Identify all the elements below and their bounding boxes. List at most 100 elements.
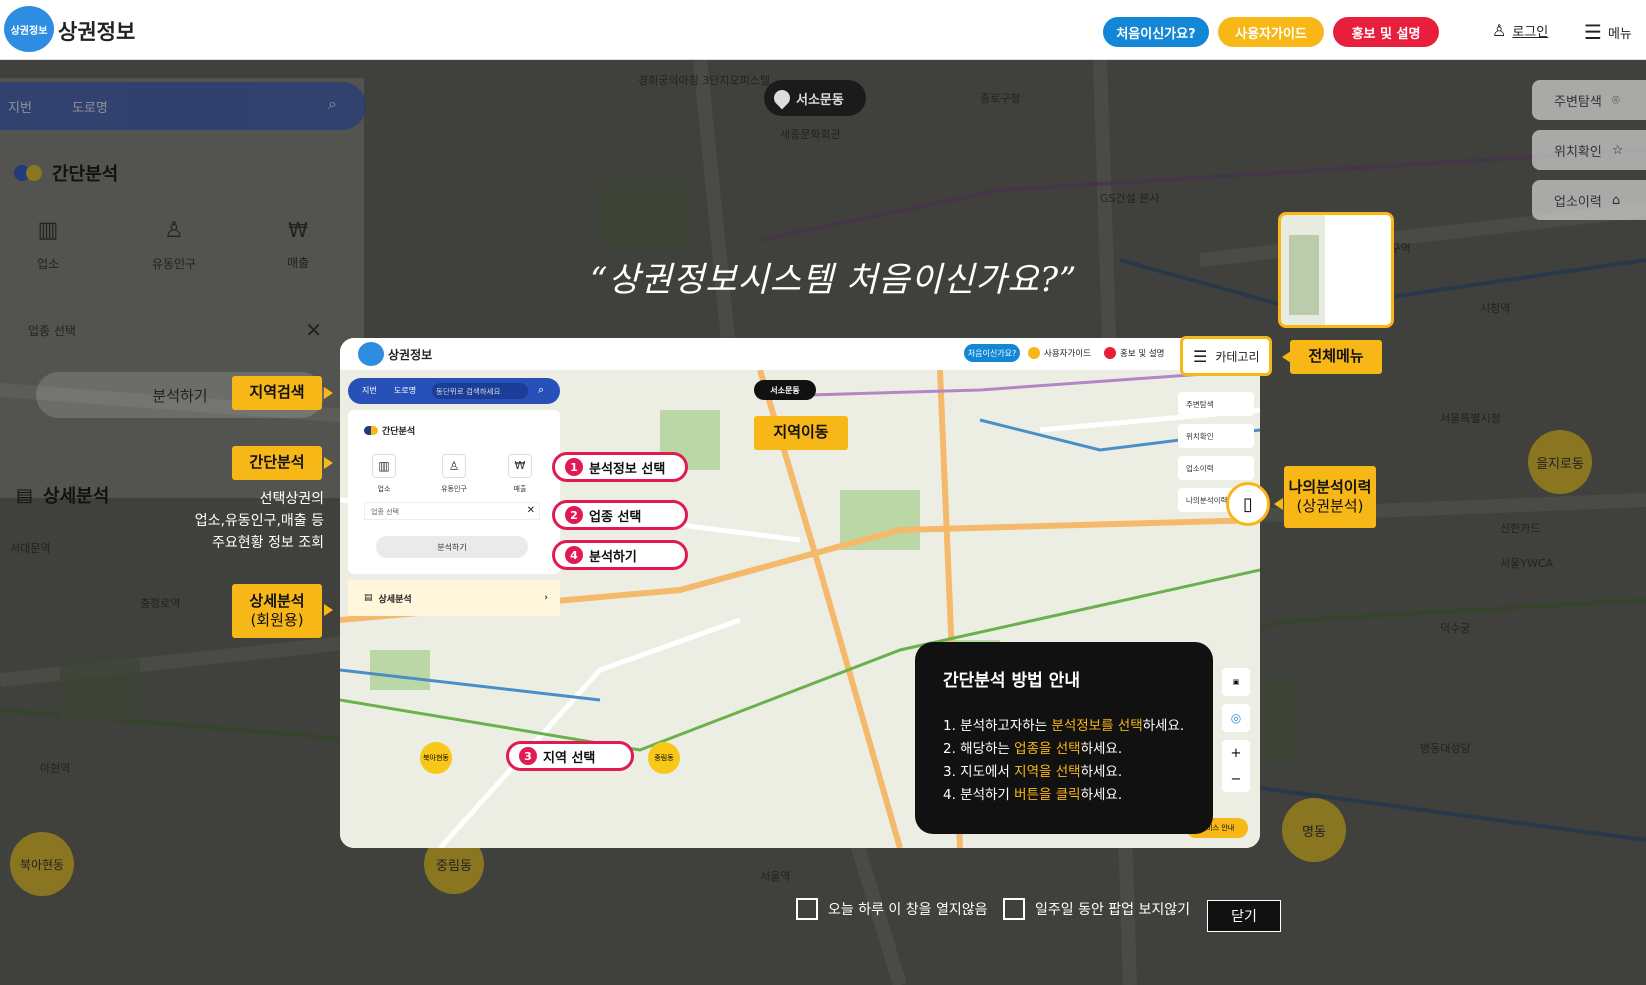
menu-button[interactable]: ☰ 메뉴 [1584, 20, 1632, 44]
promo-button[interactable]: 홍보 및 설명 [1333, 17, 1439, 47]
callout-detail-line2: (회원용) [250, 611, 304, 629]
shot-category-sales: ₩ 매출 [502, 454, 538, 494]
simple-analysis-icon [14, 165, 42, 181]
today-checkbox[interactable] [796, 898, 818, 920]
district-marker[interactable]: 을지로동 [1528, 430, 1592, 494]
district-marker[interactable]: 명동 [1282, 798, 1346, 862]
category-callout: ☰ 카테고리 [1180, 336, 1272, 376]
callout-region-search: 지역검색 [232, 376, 322, 410]
guide-line: 2. 해당하는 업종을 선택하세요. [943, 741, 1123, 757]
map-label: 서울특별시청 [1440, 412, 1501, 425]
step-pill-2: 2 업종 선택 [552, 500, 688, 530]
category-label: 매출 [286, 256, 310, 270]
step-pill-3: 3 지역 선택 [506, 741, 634, 771]
user-icon: ♙ [1492, 21, 1507, 40]
industry-select[interactable]: 업종 선택 ✕ [14, 312, 330, 348]
step-number: 4 [565, 546, 583, 564]
shot-zoom-controls: + − [1222, 740, 1250, 792]
shot-promo-link: 홍보 및 설명 [1104, 347, 1165, 359]
callout-detail: 상세분석 (회원용) [232, 584, 322, 638]
map-label: 경희궁의아침 3단지오피스텔 [638, 74, 770, 87]
step-label: 분석정보 선택 [589, 461, 666, 477]
shot-locate-icon: ◎ [1222, 704, 1250, 732]
logo-badge[interactable]: 상권정보 [4, 6, 54, 52]
bar-chart-icon: ▤ [16, 484, 34, 506]
step-number: 3 [519, 747, 537, 765]
login-label: 로그인 [1512, 25, 1549, 40]
step-pill-4: 4 분석하기 [552, 540, 688, 570]
shot-promo-label: 홍보 및 설명 [1120, 349, 1165, 359]
callout-full-menu: 전체메뉴 [1290, 340, 1382, 374]
pin-icon: ⌾ [1611, 92, 1620, 108]
detail-analysis-header[interactable]: ▤ 상세분석 [16, 482, 109, 508]
map-label: 서울YWCA [1500, 557, 1554, 570]
shot-analyze-button: 분석하기 [376, 536, 528, 558]
logo-text[interactable]: 상권정보 [58, 16, 135, 46]
side-note-line: 주요현황 정보 조회 [212, 535, 324, 551]
won-icon: ₩ [288, 218, 308, 242]
right-menu-history[interactable]: 업소이력 ⌂ [1532, 180, 1646, 220]
map-label: GS건설 본사 [1100, 192, 1160, 205]
dont-show-today-label: 오늘 하루 이 창을 열지않음 [828, 902, 988, 918]
right-menu-label: 위치확인 [1554, 144, 1602, 160]
search-icon[interactable]: ⌕ [328, 94, 337, 114]
step-label: 분석하기 [589, 549, 637, 565]
map-label: 종로구청 [980, 92, 1021, 105]
category-label: 유동인구 [151, 257, 197, 271]
shot-search-icon: ⌕ [538, 383, 545, 396]
tab-road[interactable]: 도로명 [72, 97, 108, 116]
callout-history: 나의분석이력 (상권분석) [1284, 466, 1376, 528]
right-menu-location[interactable]: 위치확인 ☆ [1532, 130, 1646, 170]
close-button[interactable]: 닫기 [1207, 900, 1281, 932]
shot-simple-title: 간단분석 [382, 427, 416, 437]
dont-show-week[interactable]: 일주일 동안 팝업 보지않기 [1003, 898, 1190, 920]
category-sales[interactable]: ₩ 매출 [268, 218, 328, 271]
shot-logo-text: 상권정보 [388, 348, 433, 362]
tab-jibun[interactable]: 지번 [8, 97, 32, 116]
shot-district-marker: 중림동 [648, 742, 680, 774]
user-guide-button[interactable]: 사용자가이드 [1218, 17, 1324, 47]
step-number: 2 [565, 506, 583, 524]
shot-category-population: ♙ 유동인구 [434, 454, 474, 494]
shot-guide-label: 사용자가이드 [1044, 349, 1091, 359]
popup-headline: “상권정보시스템 처음이신가요?” [590, 260, 1078, 300]
shot-category-store: ▥ 업소 [366, 454, 402, 494]
guide-line: 4. 분석하기 버튼을 클릭하세요. [943, 787, 1123, 803]
first-visit-button[interactable]: 처음이신가요? [1103, 17, 1209, 47]
right-menu-nearby[interactable]: 주변탐색 ⌾ [1532, 80, 1646, 120]
dont-show-week-label: 일주일 동안 팝업 보지않기 [1035, 902, 1191, 918]
login-link[interactable]: ♙ 로그인 [1492, 21, 1548, 40]
category-label: 카테고리 [1215, 349, 1260, 364]
person-icon: ♙ [164, 218, 184, 243]
category-store[interactable]: ▥ 업소 [18, 218, 78, 272]
callout-side-note: 선택상권의 업소,유동인구,매출 등 주요현황 정보 조회 [190, 488, 324, 554]
menu-label: 메뉴 [1607, 26, 1632, 42]
arrow-icon [324, 604, 333, 616]
dont-show-today[interactable]: 오늘 하루 이 창을 열지않음 [796, 898, 987, 920]
category-population[interactable]: ♙ 유동인구 [144, 218, 204, 272]
history-icon: ▯ [1226, 482, 1270, 526]
shot-industry-select: 업종 선택 ✕ [364, 502, 540, 520]
map-label: 아현역 [40, 762, 71, 775]
step-number: 1 [565, 458, 583, 476]
clear-icon[interactable]: ✕ [305, 318, 322, 342]
shot-tab-jibun: 지번 [362, 386, 377, 395]
map-label: 서대문역 [10, 542, 51, 555]
store-icon: ⌂ [1611, 192, 1621, 208]
detail-analysis-title: 상세분석 [43, 486, 110, 507]
location-chip[interactable]: 서소문동 [764, 80, 866, 116]
shot-right-menu: 주변탐색 [1178, 392, 1254, 416]
hamburger-icon: ☰ [1584, 20, 1602, 44]
app: 경희궁의아침 3단지오피스텔 세종문화회관 종로구청 GS건설 본사 을지로입구… [0, 0, 1646, 985]
map-label: 덕수궁 [1440, 622, 1471, 635]
right-menu-label: 업소이력 [1554, 194, 1602, 210]
map-label: 서울역 [760, 870, 791, 883]
shot-first-button: 처음이신가요? [964, 344, 1020, 362]
callout-history-line1: 나의분석이력 [1288, 477, 1372, 496]
district-marker[interactable]: 북아현동 [10, 832, 74, 896]
shot-location-chip: 서소문동 [754, 380, 816, 400]
callout-detail-line1: 상세분석 [249, 591, 305, 610]
step-pill-1: 1 분석정보 선택 [552, 452, 688, 482]
week-checkbox[interactable] [1003, 898, 1025, 920]
address-search-bar[interactable]: 지번 도로명 ⌕ [0, 82, 366, 130]
